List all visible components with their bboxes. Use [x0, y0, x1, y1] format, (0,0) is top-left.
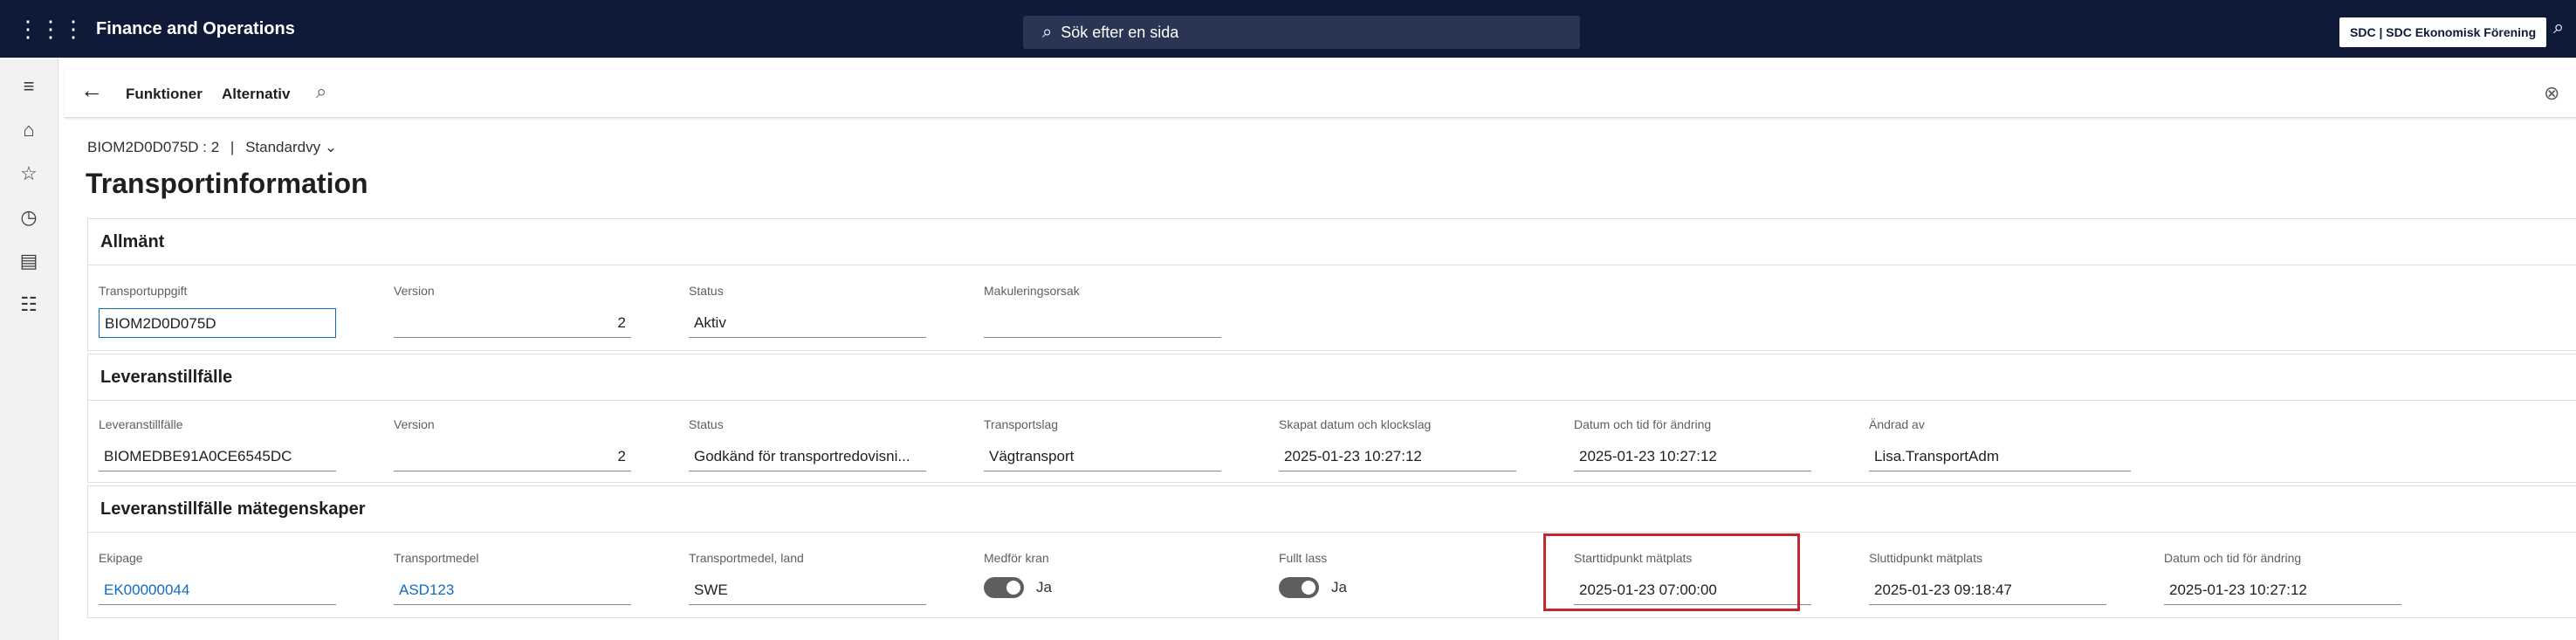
field-delivery: Leveranstillfälle BIOMEDBE91A0CE6545DC — [99, 417, 336, 471]
field-label: Status — [689, 417, 724, 431]
field-label: Version — [394, 284, 435, 298]
back-arrow-icon[interactable]: ← — [80, 77, 103, 104]
app-launcher-icon[interactable]: ⋮⋮⋮ — [17, 0, 85, 58]
field-label: Status — [689, 284, 724, 298]
field-label: Transportslag — [984, 417, 1059, 431]
field-label: Transportmedel — [394, 551, 479, 565]
field-label: Sluttidpunkt mätplats — [1869, 551, 1982, 565]
modified-by-value: Lisa.TransportAdm — [1869, 442, 2131, 471]
field-created-datetime: Skapat datum och klockslag 2025-01-23 10… — [1279, 417, 1516, 471]
chevron-down-icon[interactable]: ⌄ — [325, 139, 337, 155]
breadcrumb-separator: | — [230, 139, 235, 155]
field-vehicle-country: Transportmedel, land SWE — [689, 551, 926, 605]
favorites-icon[interactable]: ☆ — [0, 162, 58, 185]
section-measurements: Leveranstillfälle mätegenskaper Ekipage … — [87, 485, 2576, 618]
field-label: Datum och tid för ändring — [2164, 551, 2302, 565]
section-general: Allmänt Transportuppgift BIOM2D0D075D Ve… — [87, 218, 2576, 351]
delivery-value: BIOMEDBE91A0CE6545DC — [99, 442, 336, 471]
status-value: Godkänd för transportredovisni... — [689, 442, 926, 471]
modified-datetime-value: 2025-01-23 10:27:12 — [1574, 442, 1811, 471]
full-load-toggle[interactable] — [1279, 577, 1319, 598]
company-selector[interactable]: SDC | SDC Ekonomisk Förening — [2339, 17, 2547, 47]
search-icon[interactable]: ⌕ — [316, 80, 326, 103]
breadcrumb-record: BIOM2D0D075D : 2 — [87, 139, 220, 155]
vehicle-combination-link[interactable]: EK00000044 — [99, 575, 336, 605]
breadcrumb: BIOM2D0D075D : 2 | Standardvy ⌄ — [87, 139, 337, 156]
status-value: Aktiv — [689, 308, 926, 338]
measurement-end-value: 2025-01-23 09:18:47 — [1869, 575, 2106, 605]
vehicle-country-value: SWE — [689, 575, 926, 605]
field-label: Leveranstillfälle — [99, 417, 183, 431]
field-label: Fullt lass — [1279, 551, 1328, 565]
highlight-box — [1543, 533, 1800, 611]
cancellation-reason-value — [984, 308, 1221, 338]
field-measurement-end: Sluttidpunkt mätplats 2025-01-23 09:18:4… — [1869, 551, 2106, 605]
section-delivery: Leveranstillfälle Leveranstillfälle BIOM… — [87, 354, 2576, 483]
vehicle-link[interactable]: ASD123 — [394, 575, 631, 605]
section-title[interactable]: Leveranstillfälle mätegenskaper — [88, 486, 2576, 533]
search-icon: ⌕ — [1042, 22, 1053, 42]
modified-datetime-value: 2025-01-23 10:27:12 — [2164, 575, 2401, 605]
transport-task-input[interactable]: BIOM2D0D075D — [99, 308, 336, 338]
field-vehicle: Transportmedel ASD123 — [394, 551, 631, 605]
top-bar: ⋮⋮⋮ Finance and Operations ⌕ Sök efter e… — [0, 0, 2576, 58]
field-full-load: Fullt lass Ja — [1279, 551, 1347, 598]
field-crane: Medför kran Ja — [984, 551, 1052, 598]
hamburger-menu-icon[interactable]: ≡ — [0, 75, 58, 98]
functions-menu[interactable]: Funktioner — [126, 86, 203, 103]
app-title[interactable]: Finance and Operations — [96, 0, 295, 58]
field-version: Version 2 — [394, 284, 631, 338]
version-value: 2 — [394, 308, 631, 338]
field-label: Transportuppgift — [99, 284, 188, 298]
field-label: Ändrad av — [1869, 417, 1925, 431]
field-version: Version 2 — [394, 417, 631, 471]
workspaces-icon[interactable]: ▤ — [0, 250, 58, 272]
field-modified-datetime: Datum och tid för ändring 2025-01-23 10:… — [2164, 551, 2401, 605]
field-status: Status Aktiv — [689, 284, 926, 338]
options-menu[interactable]: Alternativ — [222, 86, 290, 103]
field-modified-datetime: Datum och tid för ändring 2025-01-23 10:… — [1574, 417, 1811, 471]
close-icon[interactable]: ⊗ — [2544, 82, 2559, 105]
home-icon[interactable]: ⌂ — [0, 119, 58, 141]
field-transport-type: Transportslag Vägtransport — [984, 417, 1221, 471]
field-label: Skapat datum och klockslag — [1279, 417, 1432, 431]
action-bar: ← Funktioner Alternativ ⌕ ⊗ — [65, 70, 2576, 118]
field-status: Status Godkänd för transportredovisni... — [689, 417, 926, 471]
help-icon[interactable]: ⌕ — [2553, 16, 2564, 38]
field-label: Ekipage — [99, 551, 143, 565]
field-vehicle-combination: Ekipage EK00000044 — [99, 551, 336, 605]
field-label: Makuleringsorsak — [984, 284, 1080, 298]
field-label: Medför kran — [984, 551, 1049, 565]
transport-type-value: Vägtransport — [984, 442, 1221, 471]
field-label: Transportmedel, land — [689, 551, 804, 565]
section-title[interactable]: Leveranstillfälle — [88, 354, 2576, 401]
recent-icon[interactable]: ◷ — [0, 206, 58, 229]
field-modified-by: Ändrad av Lisa.TransportAdm — [1869, 417, 2131, 471]
search-placeholder: Sök efter en sida — [1061, 23, 1179, 41]
field-label: Version — [394, 417, 435, 431]
field-cancellation-reason: Makuleringsorsak — [984, 284, 1221, 338]
section-title[interactable]: Allmänt — [88, 219, 2576, 265]
field-label: Datum och tid för ändring — [1574, 417, 1712, 431]
crane-toggle[interactable] — [984, 577, 1024, 598]
view-selector[interactable]: Standardvy — [245, 139, 320, 155]
crane-toggle-label: Ja — [1036, 579, 1052, 595]
modules-icon[interactable]: ☷ — [0, 293, 58, 316]
full-load-toggle-label: Ja — [1331, 579, 1347, 595]
version-value: 2 — [394, 442, 631, 471]
left-nav: ≡ ⌂ ☆ ◷ ▤ ☷ — [0, 58, 58, 640]
search-box[interactable]: ⌕ Sök efter en sida — [1023, 16, 1580, 49]
field-transport-task: Transportuppgift BIOM2D0D075D — [99, 284, 336, 338]
page-title: Transportinformation — [86, 168, 368, 199]
created-datetime-value: 2025-01-23 10:27:12 — [1279, 442, 1516, 471]
